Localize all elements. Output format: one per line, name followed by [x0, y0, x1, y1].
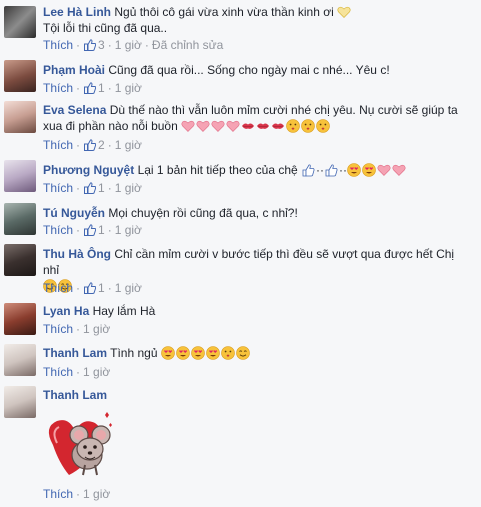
comment-text: Mọi chuyện rồi cũng đã qua, c nhỉ?!	[108, 206, 298, 220]
commenter-name[interactable]: Thanh Lam	[43, 346, 107, 360]
timestamp[interactable]: 1 giờ	[115, 81, 142, 95]
avatar[interactable]	[4, 344, 36, 376]
comment-meta: Thích · 1 · 1 giờ	[43, 223, 142, 237]
comment-text: Hay lắm Hà	[92, 304, 156, 318]
like-count-icon[interactable]	[84, 224, 97, 236]
smile-emoji-icon	[235, 346, 250, 360]
timestamp[interactable]: 1 giờ	[115, 281, 142, 295]
comment-meta: Thích · 1 · 1 giờ	[43, 81, 142, 95]
timestamp[interactable]: 1 giờ	[83, 487, 110, 501]
avatar[interactable]	[4, 60, 36, 92]
like-count-icon[interactable]	[84, 82, 97, 94]
avatar[interactable]	[4, 386, 36, 418]
avatar[interactable]	[4, 303, 36, 335]
comment-text: Cũng đã qua rồi... Sống cho ngày mai c n…	[108, 63, 390, 77]
comment-meta: Thích · 1 · 1 giờ	[43, 281, 142, 295]
smile-emoji-icon	[347, 163, 362, 177]
like-count-icon[interactable]	[84, 39, 97, 51]
heart-emoji-icon	[392, 164, 406, 176]
like-button[interactable]: Thích	[43, 365, 73, 379]
avatar[interactable]	[4, 160, 36, 192]
like-count[interactable]: 3	[98, 38, 105, 52]
like-button[interactable]: Thích	[43, 138, 73, 152]
like-count[interactable]: 2	[98, 138, 105, 152]
comment-text-line2: Tội lỗi thi cũng đã qua..	[43, 21, 168, 35]
mouse-heart-sticker	[48, 412, 112, 476]
timestamp[interactable]: 1 giờ	[83, 322, 110, 336]
commenter-name[interactable]: Phạm Hoài	[43, 63, 105, 77]
heart-emoji-icon	[211, 120, 225, 132]
lips-emoji-icon	[271, 123, 285, 130]
kiss-emoji-icon	[301, 119, 316, 133]
commenter-name[interactable]: Thu Hà Ông	[43, 247, 111, 261]
commenter-name[interactable]: Phương Nguyệt	[43, 163, 134, 177]
timestamp[interactable]: 1 giờ	[83, 365, 110, 379]
kiss-emoji-icon	[316, 119, 331, 133]
lips-emoji-icon	[241, 123, 255, 130]
commenter-name[interactable]: Lee Hà Linh	[43, 5, 111, 19]
heart-emoji-icon	[377, 164, 391, 176]
like-button[interactable]: Thích	[43, 223, 73, 237]
comment-meta: Thích · 1 giờ	[43, 365, 111, 379]
like-button[interactable]: Thích	[43, 281, 73, 295]
thumbs-up-emoji-icon	[302, 164, 315, 177]
timestamp[interactable]: 1 giờ	[115, 181, 142, 195]
comment-meta: Thích · 1 giờ	[43, 487, 111, 501]
edited-label[interactable]: Đã chỉnh sửa	[152, 38, 223, 52]
comment-meta: Thích · 2 · 1 giờ	[43, 138, 142, 152]
kiss-emoji-icon	[286, 119, 301, 133]
comment-meta: Thích · 3 · 1 giờ · Đã chỉnh sửa	[43, 38, 224, 52]
emoji-row	[181, 119, 331, 133]
like-count[interactable]: 1	[98, 281, 105, 295]
like-button[interactable]: Thích	[43, 487, 73, 501]
commenter-name[interactable]: Eva Selena	[43, 103, 106, 117]
heart-eyes-emoji-icon	[362, 163, 377, 177]
comment-meta: Thích · 1 giờ	[43, 322, 111, 336]
heart-emoji-icon	[226, 120, 240, 132]
comment-meta: Thích · 1 · 1 giờ	[43, 181, 142, 195]
timestamp[interactable]: 1 giờ	[115, 38, 142, 52]
wink-kiss-emoji-icon	[220, 346, 235, 360]
avatar[interactable]	[4, 101, 36, 133]
heart-emoji-icon	[196, 120, 210, 132]
emoji-row	[160, 346, 251, 360]
avatar[interactable]	[4, 244, 36, 276]
like-count-icon[interactable]	[84, 139, 97, 151]
timestamp[interactable]: 1 giờ	[115, 138, 142, 152]
avatar[interactable]	[4, 203, 36, 235]
heart-eyes-emoji-icon	[175, 346, 190, 360]
timestamp[interactable]: 1 giờ	[115, 223, 142, 237]
like-button[interactable]: Thích	[43, 181, 73, 195]
thumbs-up-emoji-icon	[325, 164, 338, 177]
commenter-name[interactable]: Lyan Ha	[43, 304, 89, 318]
like-button[interactable]: Thích	[43, 81, 73, 95]
comment-text: Ngủ thôi cô gái vừa xinh vừa thần kinh ơ…	[114, 5, 334, 19]
like-count-icon[interactable]	[84, 282, 97, 294]
heart-emoji-icon	[337, 6, 351, 18]
commenter-name[interactable]: Tú Nguyễn	[43, 206, 105, 220]
lips-emoji-icon	[256, 123, 270, 130]
emoji-row: ·· ··	[301, 163, 407, 177]
commenter-name[interactable]: Thanh Lam	[43, 388, 107, 402]
heart-emoji-icon	[181, 120, 195, 132]
like-button[interactable]: Thích	[43, 38, 73, 52]
avatar[interactable]	[4, 6, 36, 38]
like-count-icon[interactable]	[84, 182, 97, 194]
heart-eyes-emoji-icon	[160, 346, 175, 360]
like-button[interactable]: Thích	[43, 322, 73, 336]
like-count[interactable]: 1	[98, 81, 105, 95]
comment-text: Lại 1 bản hit tiếp theo của chệ	[137, 163, 298, 177]
comment-text: Tình ngủ	[110, 346, 158, 360]
like-count[interactable]: 1	[98, 223, 105, 237]
like-count[interactable]: 1	[98, 181, 105, 195]
heart-eyes-emoji-icon	[190, 346, 205, 360]
heart-eyes-emoji-icon	[205, 346, 220, 360]
